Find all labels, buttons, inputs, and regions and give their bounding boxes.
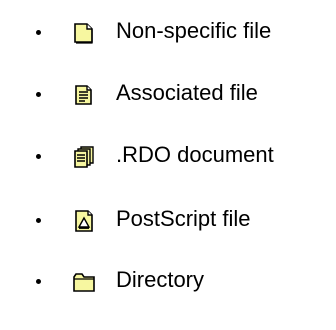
bullet bbox=[36, 218, 41, 223]
file-type-label: .RDO document bbox=[116, 141, 274, 167]
file-type-label: Non-specific file bbox=[116, 17, 272, 43]
text-page-icon bbox=[72, 84, 96, 106]
folder-icon bbox=[72, 271, 96, 293]
list-item-postscript-file: PostScript file bbox=[0, 200, 336, 240]
list-item-non-specific-file: Non-specific file bbox=[0, 12, 336, 52]
file-type-label: Directory bbox=[116, 266, 205, 292]
bullet bbox=[36, 92, 41, 97]
multi-page-document-icon bbox=[72, 146, 96, 168]
file-type-label: Associated file bbox=[116, 79, 258, 105]
bullet bbox=[36, 30, 41, 35]
bullet bbox=[36, 279, 41, 284]
list-item-rdo-document: .RDO document bbox=[0, 136, 336, 176]
file-type-label: PostScript file bbox=[116, 205, 251, 231]
list-item-directory: Directory bbox=[0, 261, 336, 301]
list-item-associated-file: Associated file bbox=[0, 74, 336, 114]
file-type-legend: Non-specific file Associated file .RDO d… bbox=[0, 0, 336, 330]
blank-page-icon bbox=[72, 22, 96, 44]
bullet bbox=[36, 154, 41, 159]
postscript-page-icon bbox=[72, 210, 96, 232]
